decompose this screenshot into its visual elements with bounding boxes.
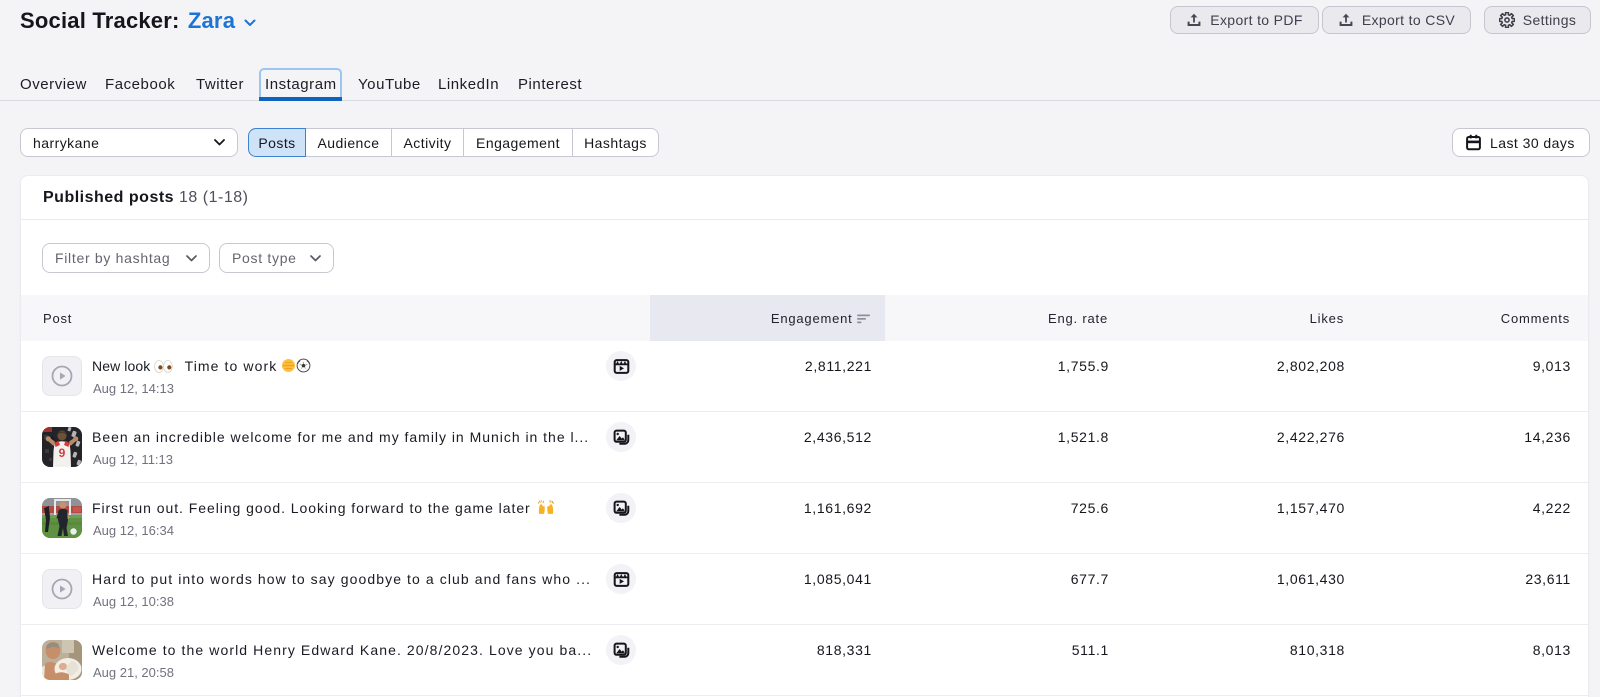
svg-text:9: 9 <box>59 446 66 460</box>
